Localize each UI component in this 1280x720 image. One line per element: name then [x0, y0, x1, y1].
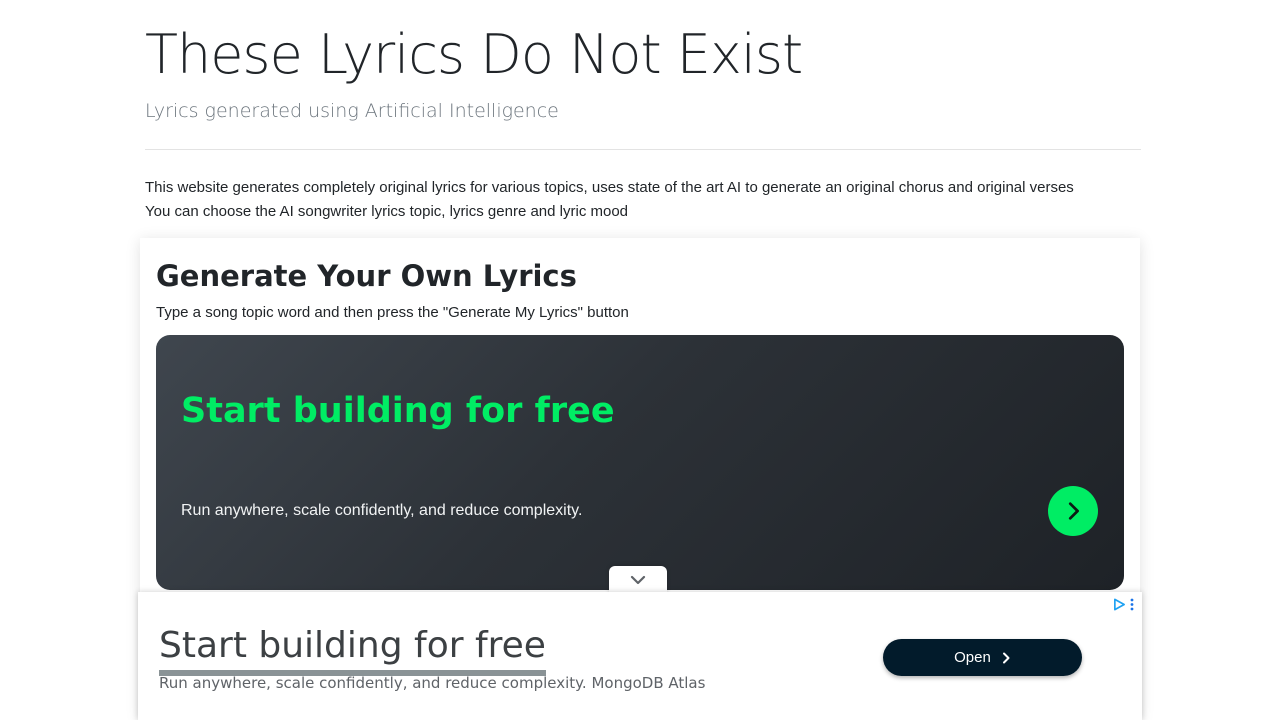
adchoices-icon: [1114, 598, 1125, 611]
chevron-right-icon: [1068, 502, 1079, 520]
banner-ad-headline[interactable]: Start building for free: [181, 387, 615, 435]
anchor-ad-open-button[interactable]: Open: [883, 639, 1082, 676]
generator-instructions: Type a song topic word and then press th…: [156, 304, 629, 321]
generator-title: Generate Your Own Lyrics: [156, 259, 577, 293]
page: These Lyrics Do Not Exist Lyrics generat…: [0, 0, 1280, 720]
anchor-ad-collapse-button[interactable]: [609, 566, 667, 594]
banner-ad[interactable]: Start building for free Run anywhere, sc…: [156, 335, 1124, 590]
intro-line-1: This website generates completely origin…: [145, 179, 1074, 196]
anchor-ad-open-label: Open: [954, 649, 991, 666]
banner-ad-body: Run anywhere, scale confidently, and red…: [181, 502, 583, 519]
anchor-ad-headline[interactable]: Start building for free: [159, 622, 546, 676]
adchoices-button[interactable]: [1113, 598, 1134, 611]
divider: [145, 149, 1141, 150]
chevron-down-icon: [630, 575, 646, 585]
intro-text: This website generates completely origin…: [145, 176, 1074, 224]
intro-line-2: You can choose the AI songwriter lyrics …: [145, 203, 629, 220]
more-options-icon: [1130, 598, 1134, 611]
anchor-ad-body: Run anywhere, scale confidently, and red…: [159, 674, 706, 692]
page-subtitle: Lyrics generated using Artificial Intell…: [145, 100, 559, 122]
anchor-ad[interactable]: Start building for free Run anywhere, sc…: [138, 592, 1142, 720]
page-title: These Lyrics Do Not Exist: [145, 23, 803, 86]
banner-ad-cta-button[interactable]: [1048, 486, 1098, 536]
chevron-right-icon: [1002, 652, 1010, 663]
